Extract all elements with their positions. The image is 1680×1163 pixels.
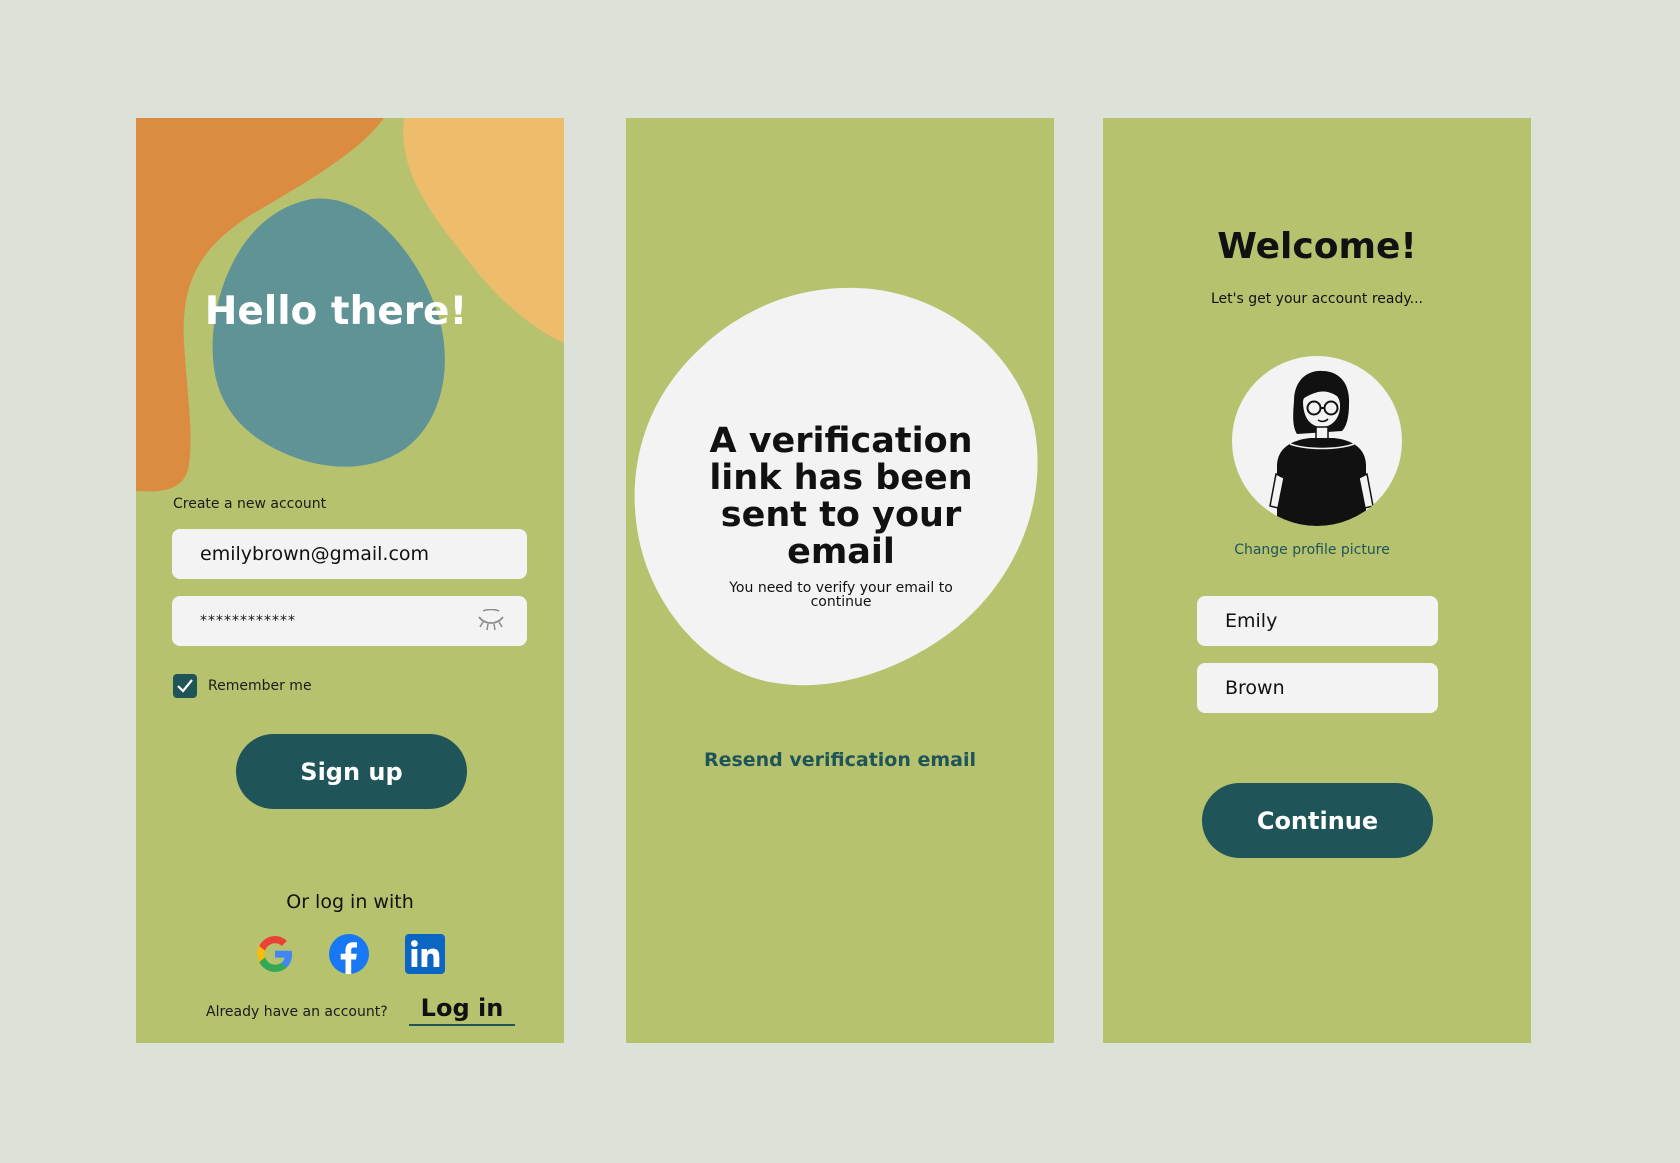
first-name-field[interactable]: Emily [1197,596,1438,646]
email-value: emilybrown@gmail.com [200,543,430,565]
email-field[interactable]: emilybrown@gmail.com [172,529,527,579]
signup-button[interactable]: Sign up [236,734,467,809]
remember-me-checkbox[interactable] [173,674,197,698]
first-name-value: Emily [1225,610,1278,632]
password-field[interactable]: ************ [172,596,527,646]
woman-portrait-icon [1269,370,1374,526]
create-account-label: Create a new account [173,496,327,512]
change-profile-picture-link[interactable]: Change profile picture [1103,542,1521,558]
facebook-icon[interactable] [328,933,370,975]
resend-verification-link[interactable]: Resend verification email [626,749,1054,771]
google-icon[interactable] [254,933,296,975]
password-value: ************ [200,613,296,629]
verification-screen: A verification link has been sent to you… [626,118,1054,1043]
continue-button[interactable]: Continue [1202,783,1433,858]
checkmark-icon [177,679,193,693]
remember-me-row[interactable]: Remember me [173,674,312,698]
or-login-label: Or log in with [286,891,414,913]
signup-screen: Hello there! Create a new account emilyb… [136,118,564,1043]
eye-closed-icon[interactable] [477,609,505,633]
greeting-title: Hello there! [204,289,468,334]
welcome-subtitle: Let's get your account ready... [1210,291,1423,307]
login-link[interactable]: Log in [409,994,515,1026]
welcome-title: Welcome! [1217,226,1417,267]
already-have-account-label: Already have an account? [206,1004,388,1020]
avatar[interactable] [1232,356,1402,526]
remember-me-label: Remember me [208,678,312,694]
verification-subtitle: You need to verify your email to continu… [729,580,953,610]
last-name-field[interactable]: Brown [1197,663,1438,713]
profile-setup-screen: Welcome! Let's get your account ready... [1103,118,1531,1043]
last-name-value: Brown [1225,677,1285,699]
linkedin-icon[interactable] [404,933,446,975]
verification-title: A verification link has been sent to you… [709,421,973,572]
